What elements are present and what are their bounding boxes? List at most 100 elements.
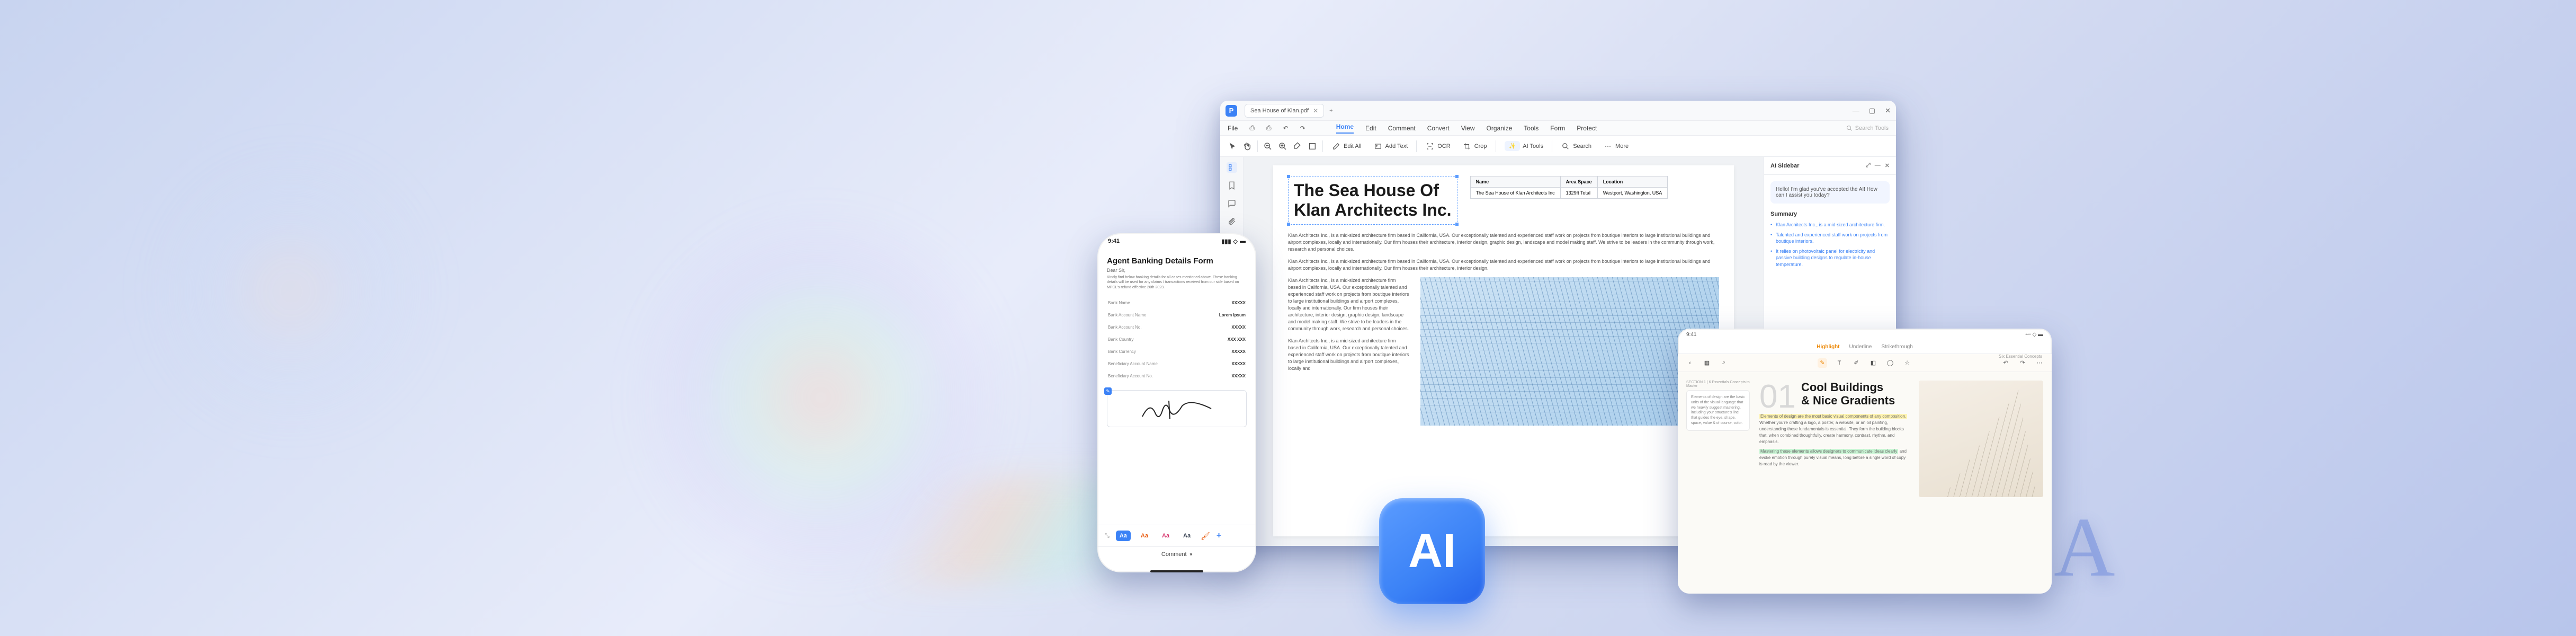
ai-bullet: Talented and experienced staff work on p…: [1770, 232, 1890, 245]
menu-convert[interactable]: Convert: [1427, 125, 1450, 132]
thumbnails-icon[interactable]: [1227, 162, 1237, 173]
phone-greeting: Dear Sir,: [1107, 268, 1247, 273]
plus-icon[interactable]: +: [1217, 531, 1221, 541]
signature-stroke: [1137, 395, 1217, 422]
menu-organize[interactable]: Organize: [1487, 125, 1513, 132]
stamp-icon[interactable]: ☆: [1902, 358, 1912, 368]
signature-field[interactable]: ✎: [1107, 390, 1247, 427]
more-button[interactable]: ⋯ More: [1600, 139, 1632, 153]
hand-icon[interactable]: [1242, 142, 1252, 151]
crop-button[interactable]: Crop: [1459, 139, 1490, 153]
redo-icon[interactable]: ↷: [2018, 358, 2027, 368]
menu-form[interactable]: Form: [1550, 125, 1565, 132]
shape-icon[interactable]: [1308, 142, 1317, 151]
shape-icon[interactable]: ◯: [1885, 358, 1895, 368]
attachments-icon[interactable]: [1227, 216, 1237, 227]
tablet-body[interactable]: SECTION 1 | 6 Essentials Concepts to Mas…: [1678, 372, 2052, 594]
close-icon[interactable]: ✕: [1313, 107, 1318, 114]
menu-search[interactable]: Search Tools: [1846, 125, 1889, 131]
tablet-subhead: SECTION 1 | 6 Essentials Concepts to Mas…: [1686, 381, 1750, 388]
cursor-icon[interactable]: [1228, 142, 1237, 151]
thumbnails-icon[interactable]: ▦: [1702, 358, 1712, 368]
search-tool-icon: [1561, 142, 1570, 151]
eraser-icon[interactable]: ◧: [1868, 358, 1878, 368]
tablet-paragraph: Elements of design are the most basic vi…: [1759, 413, 1909, 445]
font-chip-2[interactable]: Aa: [1137, 531, 1152, 541]
ocr-button[interactable]: OCR: [1422, 139, 1453, 153]
ai-bullet: Klan Architects Inc., is a mid-sized arc…: [1770, 222, 1890, 228]
menu-edit[interactable]: Edit: [1365, 125, 1376, 132]
ai-close-icon[interactable]: ✕: [1885, 162, 1890, 169]
ai-minimize-icon[interactable]: —: [1875, 162, 1881, 169]
ai-tools-button[interactable]: ✨ AI Tools: [1501, 139, 1547, 153]
menu-protect[interactable]: Protect: [1577, 125, 1597, 132]
menu-file[interactable]: File: [1228, 125, 1238, 132]
th-area: Area Space: [1560, 176, 1597, 188]
bookmarks-icon[interactable]: [1227, 180, 1237, 191]
brush-icon[interactable]: 🖌: [1201, 532, 1210, 541]
add-text-button[interactable]: Add Text: [1370, 139, 1411, 153]
new-tab-button[interactable]: +: [1329, 108, 1332, 114]
document-image: [1420, 277, 1719, 426]
font-chip-4[interactable]: Aa: [1179, 531, 1194, 541]
back-icon[interactable]: ‹: [1685, 358, 1695, 368]
ai-summary-title: Summary: [1770, 211, 1890, 217]
menubar: File ⎙ ⎙ ↶ ↷ Home Edit Comment Convert V…: [1220, 121, 1896, 136]
menu-home[interactable]: Home: [1336, 123, 1354, 134]
tablet-heading: Cool Buildings & Nice Gradients: [1801, 381, 1895, 408]
document-title-selection[interactable]: The Sea House Of Klan Architects Inc.: [1288, 176, 1457, 225]
tablet-device: 9:41 ◦◦◦ ◇ ▬ Highlight Underline Striket…: [1678, 329, 2052, 594]
selection-handle[interactable]: [1286, 174, 1291, 179]
close-button[interactable]: ✕: [1885, 107, 1891, 115]
quick-print-icon[interactable]: ⎙: [1266, 124, 1272, 132]
edit-all-button[interactable]: Edit All: [1328, 139, 1365, 153]
quick-save-icon[interactable]: ⎙: [1249, 124, 1255, 132]
menu-tools[interactable]: Tools: [1524, 125, 1539, 132]
pen-icon[interactable]: ✐: [1851, 358, 1861, 368]
search-button[interactable]: Search: [1558, 139, 1595, 153]
maximize-button[interactable]: ▢: [1869, 107, 1875, 115]
crop-icon: [1462, 142, 1472, 151]
selection-handle[interactable]: [1286, 222, 1291, 226]
th-name: Name: [1470, 176, 1560, 188]
phone-content[interactable]: Agent Banking Details Form Dear Sir, Kin…: [1097, 249, 1256, 525]
battery-icon: ▬: [1240, 238, 1246, 245]
more-icon[interactable]: ⋯: [2035, 358, 2044, 368]
selection-handle[interactable]: [1455, 174, 1459, 179]
toolbar: Edit All Add Text OCR Crop ✨ AI Tools Se…: [1220, 136, 1896, 157]
tablet-image: [1919, 381, 2043, 497]
edit-icon: [1331, 142, 1341, 151]
expand-icon[interactable]: ⤡: [1105, 533, 1110, 540]
zoom-out-icon[interactable]: [1263, 142, 1273, 151]
decorative-letter-a: A: [2054, 498, 2115, 596]
highlighter-icon[interactable]: [1293, 142, 1302, 151]
search-icon[interactable]: ⌕: [1719, 358, 1729, 368]
font-chip-3[interactable]: Aa: [1158, 531, 1173, 541]
doc-paragraph: Klan Architects Inc., is a mid-sized arc…: [1288, 258, 1719, 272]
tab-highlight[interactable]: Highlight: [1817, 344, 1839, 350]
undo-icon[interactable]: ↶: [2001, 358, 2010, 368]
text-icon[interactable]: T: [1835, 358, 1844, 368]
ai-sidebar-title: AI Sidebar: [1770, 163, 1799, 169]
menu-comment[interactable]: Comment: [1388, 125, 1416, 132]
home-indicator[interactable]: [1150, 570, 1203, 572]
highlighter-icon[interactable]: ✎: [1818, 358, 1827, 368]
chevron-down-icon[interactable]: ▾: [1190, 552, 1193, 558]
document-tab[interactable]: Sea House of Klan.pdf ✕: [1245, 104, 1324, 118]
redo-icon[interactable]: ↷: [1300, 125, 1305, 132]
comment-mode-label[interactable]: Comment: [1161, 551, 1187, 558]
comments-icon[interactable]: [1227, 198, 1237, 209]
menu-view[interactable]: View: [1461, 125, 1475, 132]
zoom-in-icon[interactable]: [1278, 142, 1287, 151]
minimize-button[interactable]: —: [1853, 107, 1859, 115]
tab-strikethrough[interactable]: Strikethrough: [1881, 344, 1912, 350]
tab-underline[interactable]: Underline: [1849, 344, 1872, 350]
phone-bottombar: Comment ▾: [1097, 546, 1256, 567]
tablet-tabbar: Highlight Underline Strikethrough: [1678, 340, 2052, 354]
undo-icon[interactable]: ↶: [1283, 125, 1289, 132]
doc-side-paragraph: Klan Architects Inc., is a mid-sized arc…: [1288, 277, 1410, 332]
ai-expand-icon[interactable]: ⤢: [1866, 162, 1871, 169]
ai-bullet: It relies on photovoltaic panel for elec…: [1770, 248, 1890, 268]
selection-handle[interactable]: [1455, 222, 1459, 226]
font-chip-1[interactable]: Aa: [1116, 531, 1131, 541]
